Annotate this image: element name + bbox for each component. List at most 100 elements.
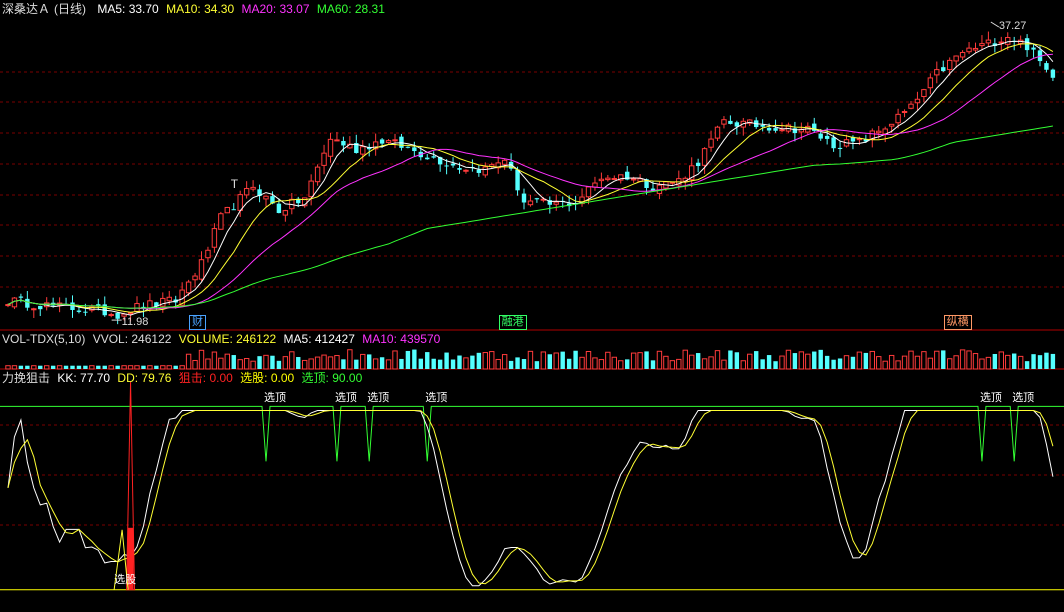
volume-bar-down <box>63 365 69 369</box>
vol-ma5-value: MA5: 412427 <box>283 332 355 346</box>
candle-down <box>534 198 540 200</box>
indicator-name[interactable]: 力挽狙击 <box>2 371 50 385</box>
candle-down <box>695 162 701 167</box>
stock-name[interactable]: 深桑达Ａ <box>2 2 50 16</box>
candle-up <box>605 177 611 181</box>
event-tag[interactable]: 财 <box>189 315 207 330</box>
volume-panel[interactable] <box>5 349 1056 370</box>
volume-bar-up <box>56 365 63 370</box>
candle-down <box>115 312 120 319</box>
volume-bar-up <box>121 365 127 370</box>
candle-down <box>70 302 75 310</box>
volume-bar-down <box>1037 355 1043 369</box>
top-signal-label: 选顶 <box>1012 392 1035 405</box>
volume-bar-up <box>998 351 1004 370</box>
volume-bar-down <box>418 358 423 369</box>
volume-bar-up <box>908 350 914 370</box>
price-panel[interactable] <box>5 21 1056 325</box>
vol-indicator-name[interactable]: VOL-TDX(5,10) <box>2 332 85 346</box>
volume-bar-down <box>831 359 836 369</box>
candle-up <box>237 194 243 211</box>
candle-down <box>837 147 843 149</box>
volume-bar-up <box>953 355 959 370</box>
volume-bar-up <box>11 365 18 370</box>
candle-up <box>972 47 979 51</box>
candle-up <box>714 126 721 139</box>
indicator-panel[interactable] <box>0 381 1064 591</box>
volume-bar-up <box>959 349 966 370</box>
candle-up <box>876 130 882 134</box>
candle-up <box>947 59 953 71</box>
volume-bar-down <box>379 357 385 369</box>
volume-bar-down <box>341 359 346 369</box>
kk-value: KK: 77.70 <box>57 371 111 385</box>
volume-bar-down <box>83 365 88 369</box>
ma10-line <box>7 43 1054 313</box>
candle-up <box>927 77 934 89</box>
volume-bar-up <box>1005 354 1011 370</box>
volume-bar-down <box>444 352 449 369</box>
candle-up <box>327 138 334 157</box>
volume-bar-up <box>585 351 592 370</box>
candle-up <box>779 129 785 132</box>
volume-bar-down <box>173 365 178 369</box>
volume-bar-down <box>425 352 430 369</box>
volume-bar-up <box>501 354 508 370</box>
candle-up <box>127 312 134 315</box>
candle-down <box>521 193 527 203</box>
volume-bar-up <box>347 349 353 370</box>
candle-up <box>198 259 205 280</box>
volume-bar-up <box>218 357 224 370</box>
candle-up <box>953 55 959 62</box>
top-signal-label: 选顶 <box>425 392 448 405</box>
ma60-value: MA60: 28.31 <box>316 2 385 16</box>
volume-bar-up <box>579 356 585 370</box>
ma5-value: MA5: 33.70 <box>97 2 159 16</box>
dd-value: DD: 79.76 <box>117 371 172 385</box>
volume-bar-down <box>115 365 120 369</box>
volume-bar-up <box>966 350 972 370</box>
volume-bar-up <box>747 353 753 370</box>
volume-bar-up <box>263 354 269 370</box>
volume-bar-up <box>914 355 921 370</box>
candle-up <box>166 296 172 302</box>
volume-bar-up <box>947 358 953 370</box>
volume-bar-down <box>850 356 856 369</box>
top-signal-label: 选顶 <box>264 392 286 405</box>
candle-up <box>321 152 327 166</box>
candle-up <box>243 188 250 196</box>
volume-bar-up <box>463 357 469 370</box>
candle-up <box>585 186 592 198</box>
volume-bar-up <box>198 349 205 370</box>
candle-down <box>728 120 733 124</box>
candle-down <box>450 163 456 166</box>
volume-bar-down <box>437 359 443 369</box>
volume-bar-up <box>372 358 379 370</box>
volume-bar-down <box>399 358 404 369</box>
candle-up <box>888 123 895 127</box>
volume-bar-down <box>154 365 159 369</box>
volume-bar-up <box>856 351 863 370</box>
volume-bar-up <box>192 359 198 370</box>
volume-bar-down <box>508 360 514 369</box>
volume-bar-up <box>689 354 695 370</box>
candle-up <box>630 178 637 181</box>
volume-bar-down <box>102 365 107 369</box>
candle-up <box>218 213 224 230</box>
volume-bar-up <box>714 350 721 370</box>
volume-bar-down <box>367 354 372 369</box>
candle-down <box>760 124 765 127</box>
volume-bar-up <box>495 358 501 370</box>
volume-bar-down <box>38 365 43 369</box>
event-tag[interactable]: 纵横 <box>943 315 972 330</box>
lowest-price-label: 11.98 <box>121 316 149 329</box>
volume-bar-down <box>476 352 482 369</box>
candle-up <box>308 180 314 198</box>
event-tag[interactable]: 融港 <box>498 315 527 330</box>
volume-bar-down <box>457 355 462 369</box>
volume-bar-up <box>985 356 992 370</box>
candle-up <box>250 186 256 190</box>
period-label[interactable]: (日线) <box>54 2 86 16</box>
volume-bar-up <box>669 360 676 370</box>
candle-up <box>966 47 972 53</box>
